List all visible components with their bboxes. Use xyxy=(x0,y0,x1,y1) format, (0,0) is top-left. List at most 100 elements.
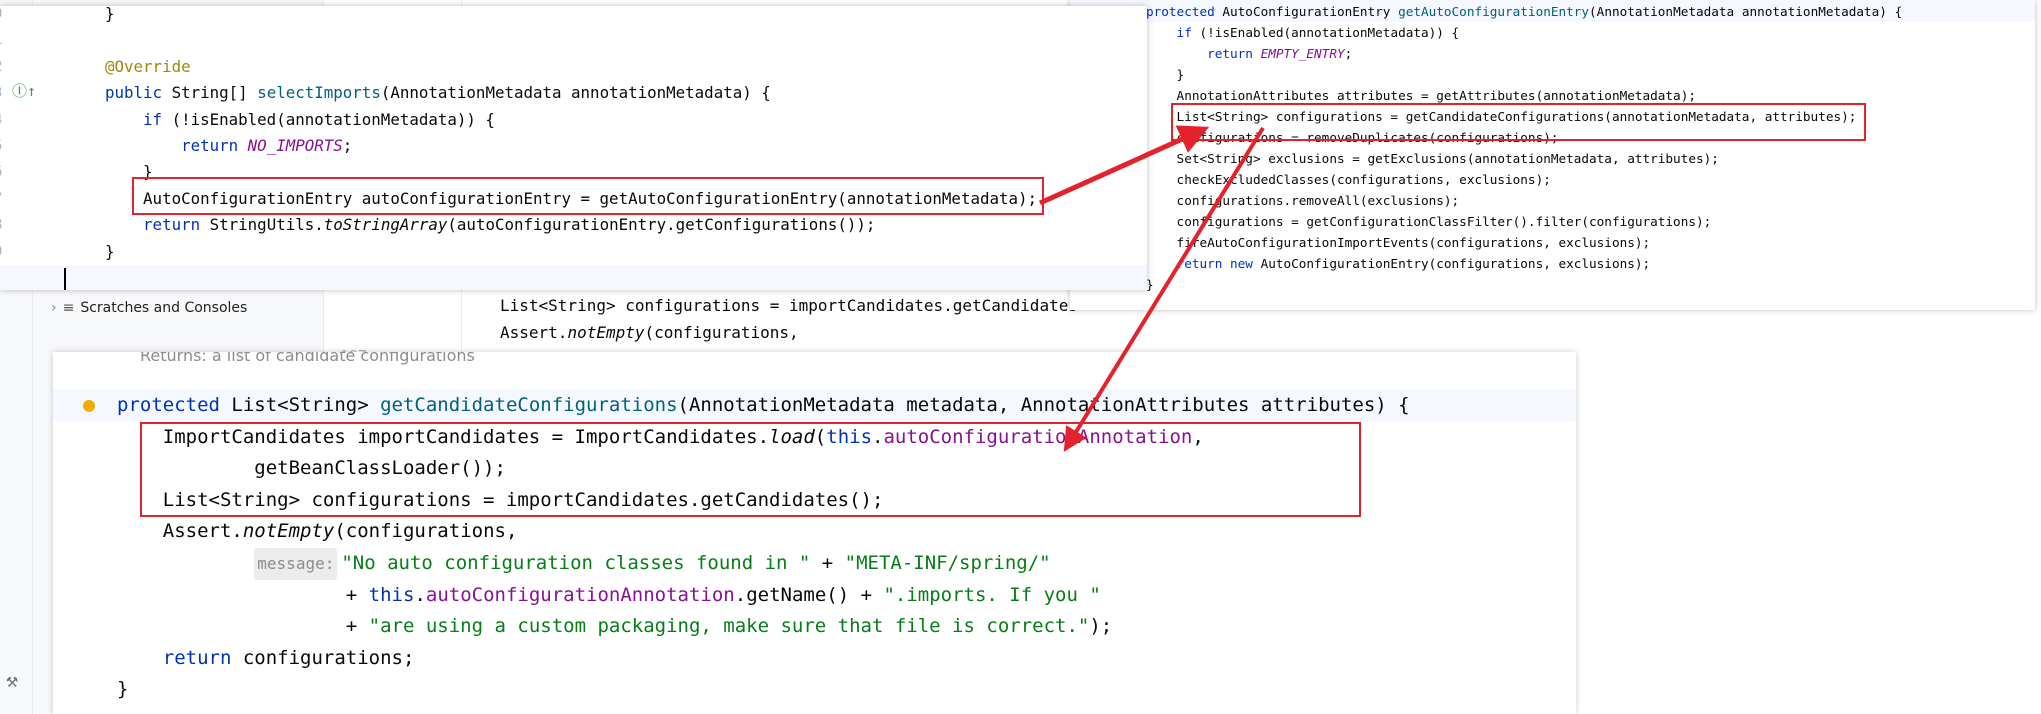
highlight-box xyxy=(1171,103,1866,141)
code-token: if xyxy=(105,109,172,129)
lightbulb-icon[interactable]: ● xyxy=(83,392,95,416)
line-number: 6 xyxy=(0,159,2,185)
code-token: "META-INF/spring/" xyxy=(844,552,1051,574)
code-token: } xyxy=(1146,277,1154,292)
code-token: StringUtils. xyxy=(209,215,324,235)
code-token: configurations; xyxy=(242,646,415,669)
line-number: 3 xyxy=(0,80,2,106)
code-token: + xyxy=(117,583,369,606)
code-token: + xyxy=(810,552,845,574)
code-token: notEmpty xyxy=(567,323,645,342)
code-token: .getName() + xyxy=(734,583,884,606)
code-line: + this.autoConfigurationAnnotation.getNa… xyxy=(117,580,1101,612)
code-token: protected xyxy=(117,394,232,416)
line-number: 5 xyxy=(0,133,2,159)
code-token: Assert. xyxy=(500,323,568,342)
line-number: 1 xyxy=(0,27,2,53)
highlight-box xyxy=(140,422,1361,517)
code-token: (!isEnabled(annotationMetadata)) { xyxy=(1199,25,1460,40)
line-number: 8 xyxy=(0,212,2,238)
code-token: return xyxy=(1146,46,1261,61)
code-token: (AnnotationMetadata annotationMetadata) … xyxy=(1589,4,1903,19)
code-line: return configurations; xyxy=(117,643,415,675)
code-token: List<String> configurations = importCand… xyxy=(500,296,1078,315)
code-token: } xyxy=(1146,67,1185,82)
chevron-right-icon: › xyxy=(51,300,57,316)
code-token: checkExcludedClasses(configurations, exc… xyxy=(1146,172,1551,187)
code-line: configurations = getConfigurationClassFi… xyxy=(1146,211,1712,232)
code-token: } xyxy=(105,241,115,261)
code-line: protected List<String> getCandidateConfi… xyxy=(117,390,1410,422)
code-token: configurations = getConfigurationClassFi… xyxy=(1146,214,1712,229)
build-hammer-icon[interactable]: ⚒ xyxy=(6,668,18,692)
project-item-scratches[interactable]: › ≡ Scratches and Consoles xyxy=(51,300,247,316)
code-token: "No auto configuration classes found in … xyxy=(341,552,811,574)
code-token: return new xyxy=(1146,256,1261,271)
code-token: return xyxy=(105,136,248,155)
code-token: (!isEnabled(annotationMetadata)) { xyxy=(171,109,495,129)
code-line: } xyxy=(1146,64,1185,85)
code-token: toStringArray xyxy=(323,215,448,235)
code-line: } xyxy=(105,6,115,27)
code-line: fireAutoConfigurationImportEvents(config… xyxy=(1146,232,1651,253)
implements-method-icon[interactable]: Ⓘ↑ xyxy=(12,80,36,101)
code-line: return new AutoConfigurationEntry(config… xyxy=(1146,253,1651,274)
code-line: } xyxy=(1146,274,1154,295)
parameter-hint: message: xyxy=(254,548,338,580)
code-line: } xyxy=(117,674,128,706)
code-snippet-get-candidate-configurations: Returns: a list of candidate configurati… xyxy=(53,352,1576,714)
code-token: getAutoConfigurationEntry xyxy=(1398,4,1590,19)
code-line: return EMPTY_ENTRY; xyxy=(1146,43,1352,64)
code-line: } xyxy=(105,239,115,265)
doc-comment: Returns: a list of candidate configurati… xyxy=(140,352,475,365)
code-line: if (!isEnabled(annotationMetadata)) { xyxy=(1146,22,1460,43)
code-token: (configurations, xyxy=(334,520,518,543)
code-line: return StringUtils.toStringArray(autoCon… xyxy=(105,212,875,238)
text-caret xyxy=(64,268,66,290)
code-snippet-get-auto-configuration-entry: protected AutoConfigurationEntry getAuto… xyxy=(1070,0,2035,310)
code-token: EMPTY_ENTRY xyxy=(1260,46,1345,61)
line-number: 2 xyxy=(0,54,2,80)
code-token: ; xyxy=(1344,46,1353,61)
code-token: ".imports. If you " xyxy=(883,583,1101,606)
line-number: 7 xyxy=(0,186,2,212)
code-token: (autoConfigurationEntry.getConfiguration… xyxy=(447,215,876,235)
code-token: Set<String> exclusions = getExclusions(a… xyxy=(1146,151,1719,166)
line-number: 4 xyxy=(0,107,2,133)
code-line: return NO_IMPORTS; xyxy=(105,133,352,159)
code-token: configurations.removeAll(exclusions); xyxy=(1146,193,1460,208)
code-token: } xyxy=(105,6,115,23)
code-token: AutoConfigurationEntry(configurations, e… xyxy=(1260,256,1651,271)
code-token: protected xyxy=(1146,4,1223,19)
code-line: List<String> configurations = importCand… xyxy=(500,292,1078,319)
code-line: public String[] selectImports(Annotation… xyxy=(105,80,771,106)
code-token: autoConfigurationAnnotation xyxy=(425,583,735,606)
code-token: + xyxy=(117,615,369,638)
code-line: Assert.notEmpty(configurations, xyxy=(117,516,518,548)
code-line: @Override xyxy=(105,54,191,80)
project-item-label: Scratches and Consoles xyxy=(80,300,248,316)
code-line: message: "No auto configuration classes f… xyxy=(117,548,1051,580)
code-token: ; xyxy=(342,136,353,155)
code-token: fireAutoConfigurationImportEvents(config… xyxy=(1146,235,1651,250)
code-token: } xyxy=(117,678,129,701)
code-token: this xyxy=(368,583,415,606)
code-token: getCandidateConfigurations xyxy=(380,394,678,416)
code-token: Assert. xyxy=(117,520,243,543)
code-line: + "are using a custom packaging, make su… xyxy=(117,611,1112,643)
code-token: @Override xyxy=(105,56,191,76)
code-line: Assert.notEmpty(configurations, xyxy=(500,319,799,346)
current-line-highlight xyxy=(0,265,1147,290)
scratches-icon: ≡ xyxy=(62,300,75,316)
code-token: (configurations, xyxy=(644,323,799,342)
code-token: (AnnotationMetadata annotationMetadata) … xyxy=(380,83,771,103)
code-token: ); xyxy=(1089,615,1113,638)
code-token: String[] xyxy=(171,83,258,103)
code-line: checkExcludedClasses(configurations, exc… xyxy=(1146,169,1551,190)
line-number: 0 xyxy=(0,6,2,27)
code-line: protected AutoConfigurationEntry getAuto… xyxy=(1146,1,1902,22)
code-token: return xyxy=(117,646,243,669)
code-token: "are using a custom packaging, make sure… xyxy=(368,615,1090,638)
code-line: if (!isEnabled(annotationMetadata)) { xyxy=(105,107,495,133)
